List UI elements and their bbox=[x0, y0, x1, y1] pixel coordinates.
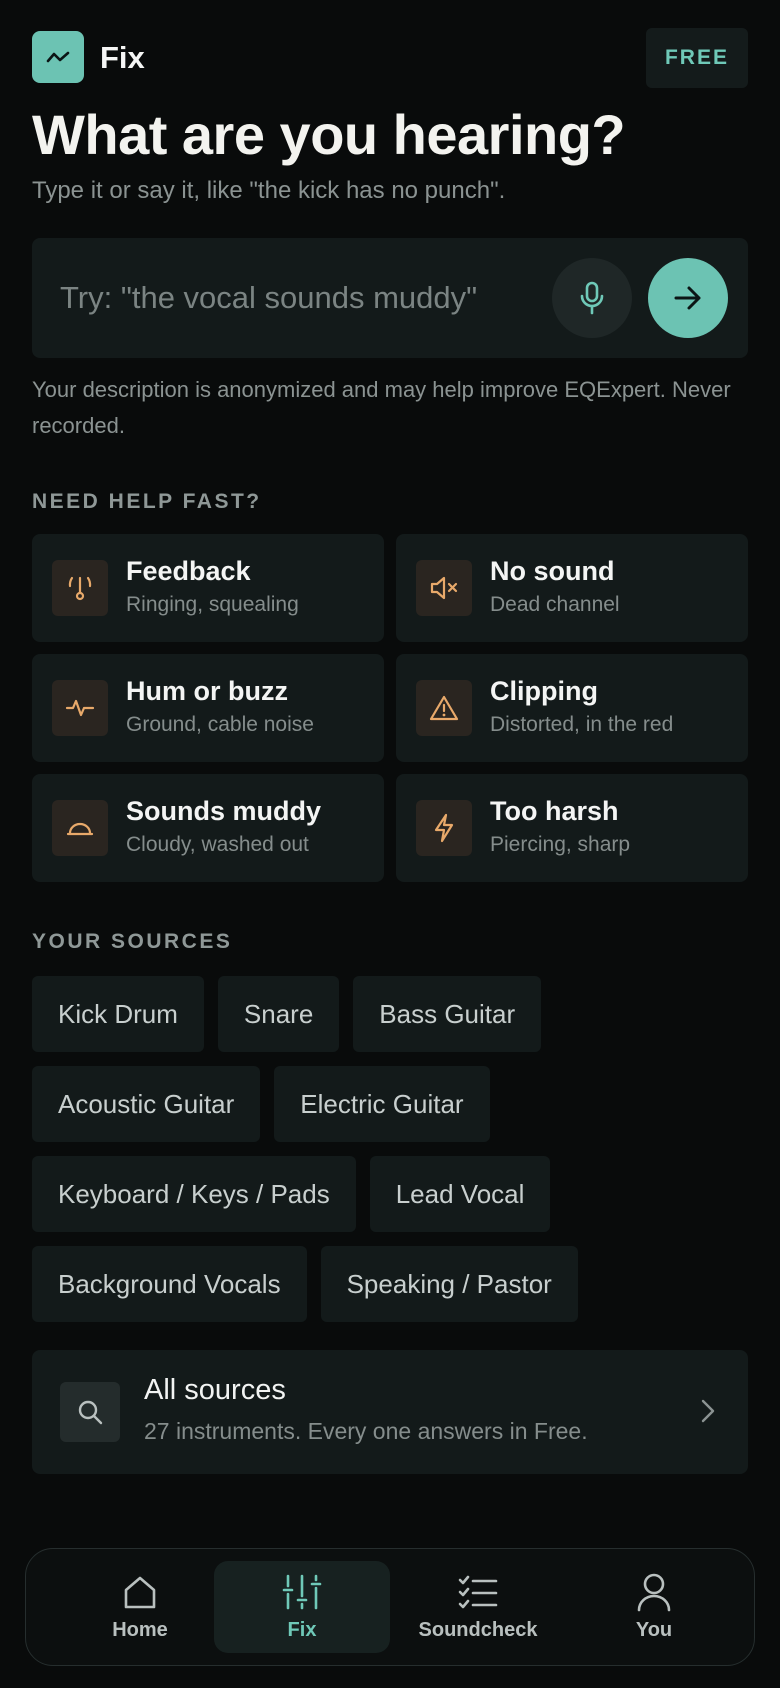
quick-help-subtitle: Distorted, in the red bbox=[490, 713, 674, 736]
top-bar: Fix FREE bbox=[32, 28, 748, 88]
home-icon bbox=[121, 1571, 159, 1613]
plan-badge[interactable]: FREE bbox=[646, 28, 748, 88]
quick-help-feedback[interactable]: Feedback Ringing, squealing bbox=[32, 534, 384, 642]
describe-problem-box bbox=[32, 238, 748, 358]
quick-help-title: Feedback bbox=[126, 556, 251, 586]
app-name: Fix bbox=[100, 40, 145, 75]
waveform-icon bbox=[32, 31, 84, 83]
quick-help-harsh[interactable]: Too harsh Piercing, sharp bbox=[396, 774, 748, 882]
source-chip-row: Keyboard / Keys / Pads Lead Vocal bbox=[32, 1156, 551, 1232]
page-title: What are you hearing? bbox=[32, 103, 626, 166]
source-chip[interactable]: Acoustic Guitar bbox=[32, 1066, 261, 1142]
quick-help-no-sound[interactable]: No sound Dead channel bbox=[396, 534, 748, 642]
chevron-right-icon bbox=[701, 1399, 715, 1423]
search-icon bbox=[60, 1382, 120, 1442]
section-label-need-help: NEED HELP FAST? bbox=[32, 490, 262, 513]
source-chip[interactable]: Speaking / Pastor bbox=[320, 1246, 578, 1322]
nav-item-soundcheck[interactable]: Soundcheck bbox=[390, 1561, 566, 1653]
source-chip[interactable]: Background Vocals bbox=[32, 1246, 307, 1322]
quick-help-hum-buzz[interactable]: Hum or buzz Ground, cable noise bbox=[32, 654, 384, 762]
quick-help-subtitle: Piercing, sharp bbox=[490, 833, 631, 856]
section-label-your-sources: YOUR SOURCES bbox=[32, 930, 233, 953]
quick-help-muddy[interactable]: Sounds muddy Cloudy, washed out bbox=[32, 774, 384, 882]
warning-icon bbox=[416, 680, 472, 736]
checklist-icon bbox=[458, 1571, 498, 1613]
source-chip[interactable]: Bass Guitar bbox=[353, 976, 542, 1052]
feedback-icon bbox=[52, 560, 108, 616]
nav-item-you[interactable]: You bbox=[566, 1561, 742, 1653]
quick-help-subtitle: Cloudy, washed out bbox=[126, 833, 309, 856]
quick-help-title: Clipping bbox=[490, 676, 598, 706]
microphone-button[interactable] bbox=[552, 258, 632, 338]
quick-help-clipping[interactable]: Clipping Distorted, in the red bbox=[396, 654, 748, 762]
all-sources-title: All sources bbox=[144, 1374, 286, 1406]
source-chip[interactable]: Lead Vocal bbox=[369, 1156, 551, 1232]
nav-label: Soundcheck bbox=[418, 1619, 538, 1641]
page-subtitle: Type it or say it, like "the kick has no… bbox=[32, 177, 506, 204]
speaker-muted-icon bbox=[416, 560, 472, 616]
all-sources-subtitle: 27 instruments. Every one answers in Fre… bbox=[144, 1418, 588, 1444]
submit-button[interactable] bbox=[648, 258, 728, 338]
bottom-navigation: Home Fix Soundcheck You bbox=[25, 1548, 755, 1666]
quick-help-title: Sounds muddy bbox=[126, 796, 321, 826]
dome-icon bbox=[52, 800, 108, 856]
microphone-icon bbox=[580, 281, 604, 315]
source-chip-row: Background Vocals Speaking / Pastor bbox=[32, 1246, 578, 1322]
nav-item-fix[interactable]: Fix bbox=[214, 1561, 390, 1653]
quick-help-subtitle: Ground, cable noise bbox=[126, 713, 314, 736]
source-chip[interactable]: Kick Drum bbox=[32, 976, 204, 1052]
arrow-right-icon bbox=[674, 286, 701, 310]
privacy-note: Your description is anonymized and may h… bbox=[32, 377, 731, 438]
quick-help-subtitle: Dead channel bbox=[490, 593, 620, 616]
user-icon bbox=[636, 1571, 672, 1613]
nav-label: You bbox=[635, 1619, 673, 1641]
quick-help-title: Too harsh bbox=[490, 796, 619, 826]
describe-problem-input[interactable] bbox=[60, 268, 530, 328]
quick-help-subtitle: Ringing, squealing bbox=[126, 593, 299, 616]
quick-help-title: Hum or buzz bbox=[126, 676, 288, 706]
quick-help-title: No sound bbox=[490, 556, 615, 586]
pulse-icon bbox=[52, 680, 108, 736]
source-chip[interactable]: Snare bbox=[217, 976, 340, 1052]
source-chip[interactable]: Keyboard / Keys / Pads bbox=[32, 1156, 356, 1232]
source-chip[interactable]: Electric Guitar bbox=[274, 1066, 490, 1142]
nav-label: Fix bbox=[287, 1619, 317, 1641]
lightning-icon bbox=[416, 800, 472, 856]
sliders-icon bbox=[282, 1571, 322, 1613]
all-sources-button[interactable]: All sources 27 instruments. Every one an… bbox=[32, 1350, 748, 1474]
source-chip-row: Acoustic Guitar Electric Guitar bbox=[32, 1066, 490, 1142]
source-chip-row: Kick Drum Snare Bass Guitar bbox=[32, 976, 542, 1052]
nav-item-home[interactable]: Home bbox=[52, 1561, 228, 1653]
nav-label: Home bbox=[112, 1619, 168, 1641]
